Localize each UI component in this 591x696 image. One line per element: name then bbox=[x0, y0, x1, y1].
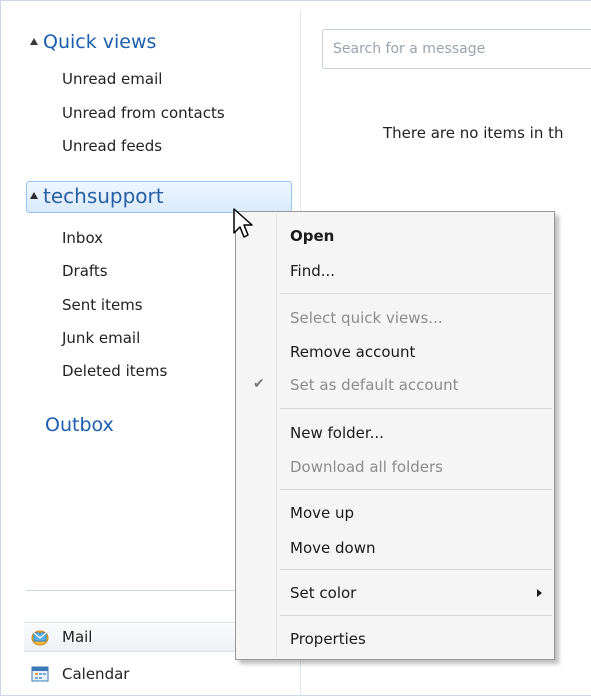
quick-view-unread-from-contacts[interactable]: Unread from contacts bbox=[62, 104, 225, 122]
menu-separator bbox=[280, 293, 552, 294]
menu-item-move-down[interactable]: Move down bbox=[290, 539, 375, 557]
menu-item-select-quick-views[interactable]: Select quick views... bbox=[290, 309, 443, 327]
account-header[interactable]: techsupport bbox=[30, 184, 164, 208]
menu-item-download-all-folders[interactable]: Download all folders bbox=[290, 458, 443, 476]
nav-mail-label: Mail bbox=[62, 628, 93, 646]
quick-view-unread-feeds[interactable]: Unread feeds bbox=[62, 137, 162, 155]
menu-item-set-color[interactable]: Set color bbox=[290, 584, 356, 602]
nav-calendar-label: Calendar bbox=[62, 665, 130, 683]
nav-calendar[interactable]: Calendar bbox=[24, 659, 294, 689]
menu-separator bbox=[280, 408, 552, 409]
submenu-arrow-icon bbox=[537, 589, 542, 597]
quick-view-unread-email[interactable]: Unread email bbox=[62, 70, 162, 88]
mouse-pointer-icon bbox=[233, 208, 253, 238]
folder-inbox[interactable]: Inbox bbox=[62, 229, 103, 247]
menu-item-new-folder[interactable]: New folder... bbox=[290, 424, 384, 442]
menu-item-move-up[interactable]: Move up bbox=[290, 504, 354, 522]
folder-junk-email[interactable]: Junk email bbox=[62, 329, 140, 347]
menu-icon-gutter bbox=[276, 214, 277, 657]
collapse-triangle-icon[interactable] bbox=[30, 37, 38, 45]
menu-separator bbox=[280, 489, 552, 490]
outbox-folder[interactable]: Outbox bbox=[45, 414, 114, 436]
folder-sent-items[interactable]: Sent items bbox=[62, 296, 143, 314]
calendar-icon bbox=[31, 666, 49, 682]
menu-item-properties[interactable]: Properties bbox=[290, 630, 366, 648]
folder-drafts[interactable]: Drafts bbox=[62, 262, 108, 280]
account-name: techsupport bbox=[43, 184, 164, 208]
collapse-triangle-icon[interactable] bbox=[30, 191, 38, 199]
menu-item-set-default-account[interactable]: Set as default account bbox=[290, 376, 458, 394]
checkmark-icon: ✔ bbox=[253, 376, 265, 392]
account-context-menu: Open Find... Select quick views... Remov… bbox=[235, 211, 555, 660]
menu-separator bbox=[280, 615, 552, 616]
menu-item-remove-account[interactable]: Remove account bbox=[290, 343, 415, 361]
menu-item-open[interactable]: Open bbox=[290, 227, 334, 245]
search-input[interactable]: Search for a message bbox=[322, 29, 591, 69]
menu-separator bbox=[280, 569, 552, 570]
mail-icon bbox=[31, 630, 49, 646]
menu-item-find[interactable]: Find... bbox=[290, 262, 335, 280]
quick-views-title: Quick views bbox=[43, 31, 157, 53]
folder-deleted-items[interactable]: Deleted items bbox=[62, 362, 167, 380]
empty-list-message: There are no items in th bbox=[383, 124, 564, 142]
quick-views-header[interactable]: Quick views bbox=[30, 31, 156, 53]
